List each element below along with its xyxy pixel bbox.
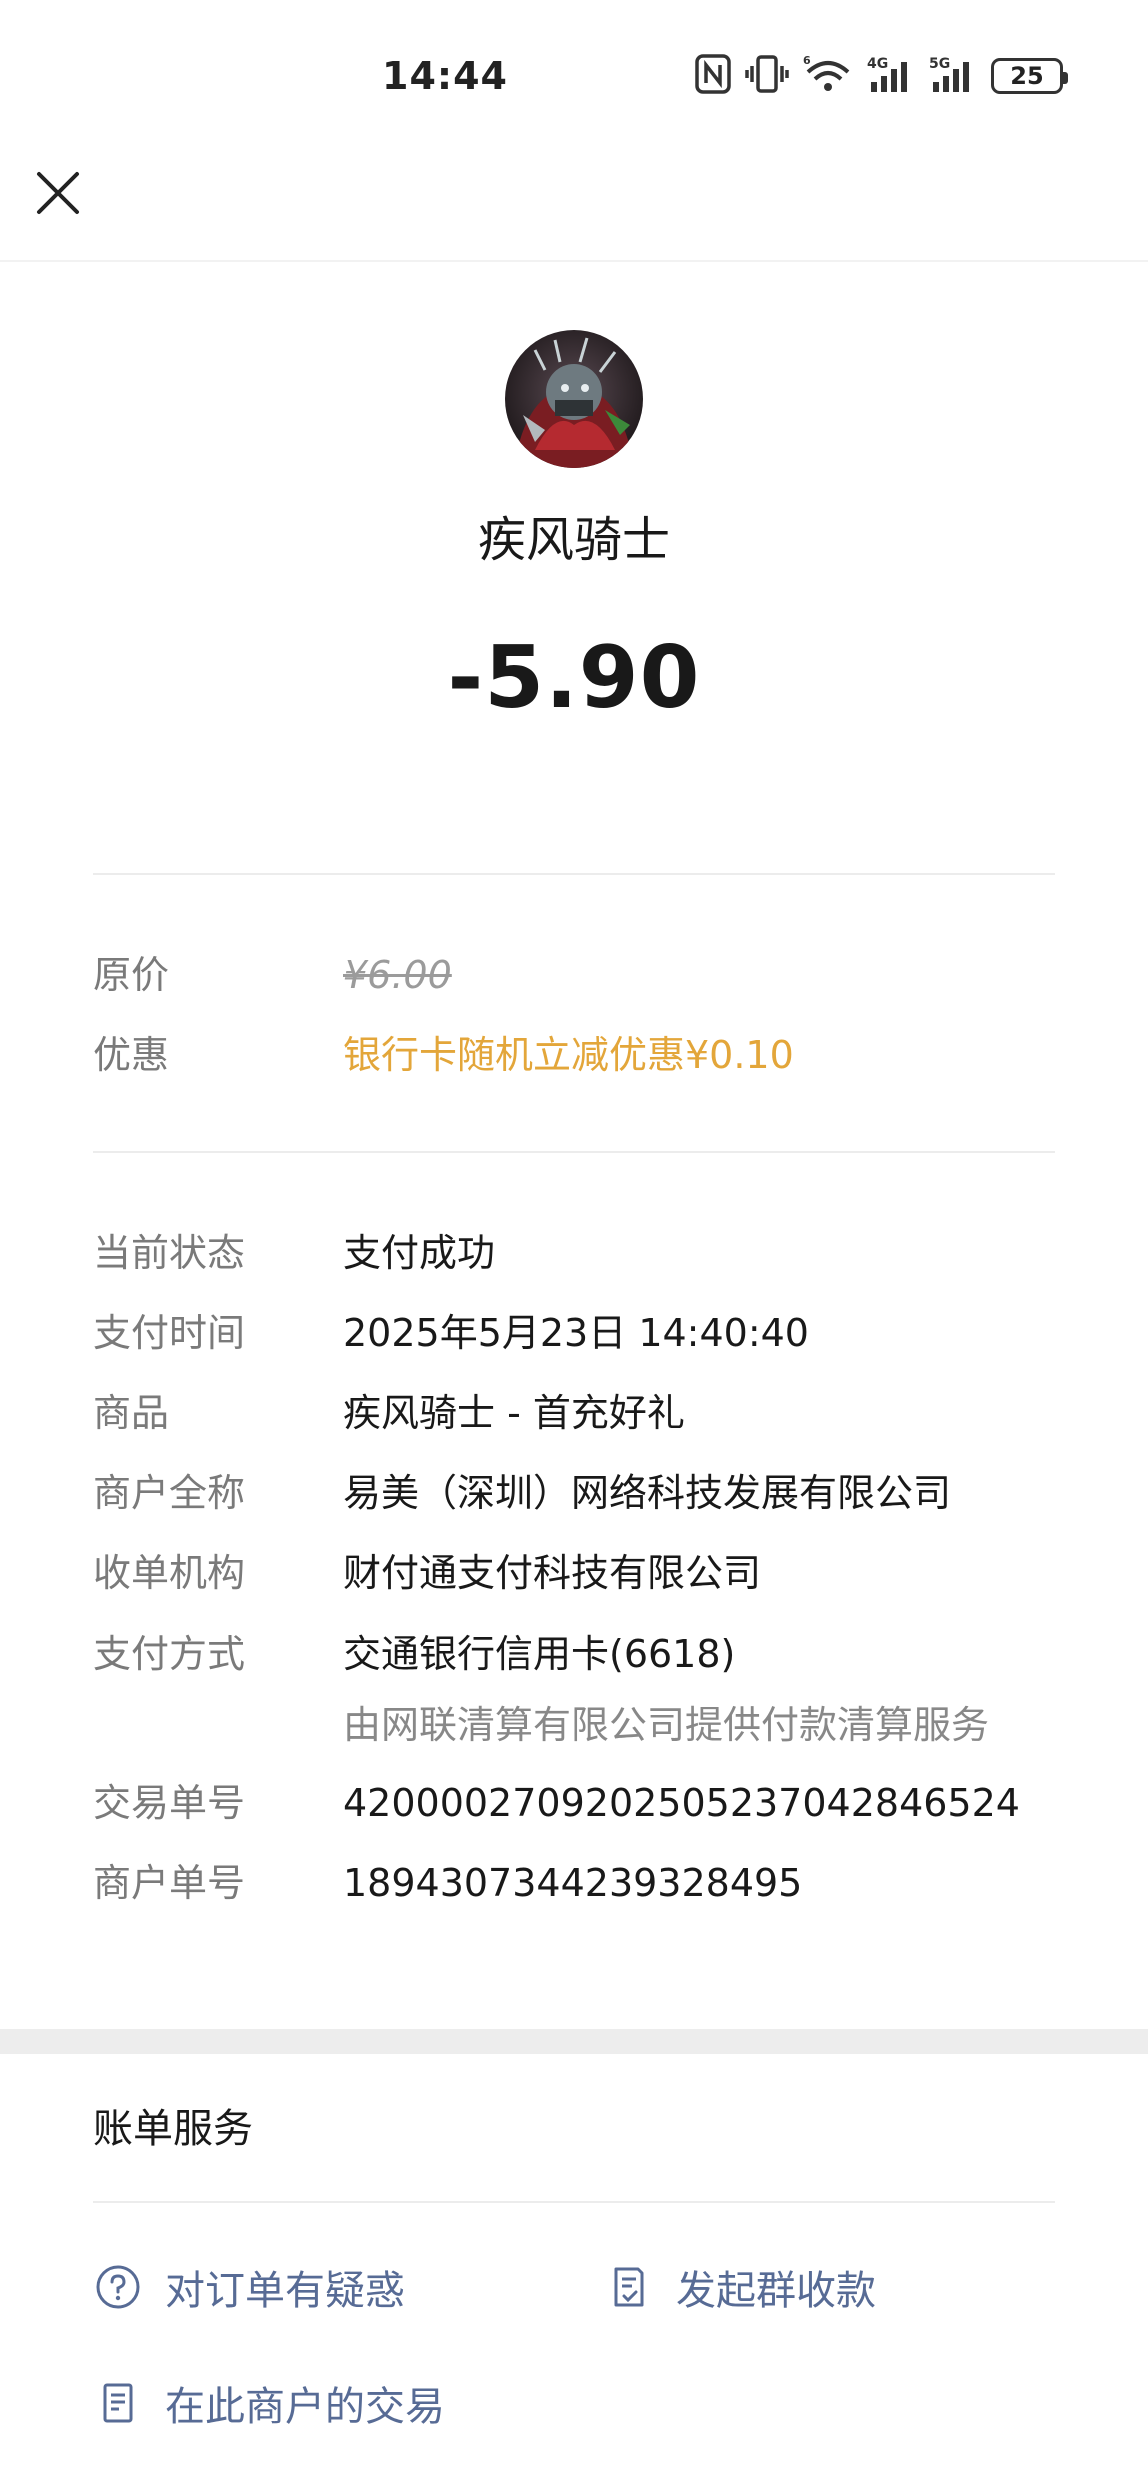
order-question-label: 对订单有疑惑 — [165, 2268, 405, 2314]
original-price-label: 原价 — [93, 953, 170, 997]
payment-method-value: 交通银行信用卡(6618) — [343, 1632, 736, 1676]
battery-icon: 25 — [991, 58, 1068, 94]
header-divider — [0, 260, 1148, 262]
group-collection-label: 发起群收款 — [676, 2268, 876, 2314]
detail-label: 交易单号 — [93, 1781, 246, 1825]
detail-row-pay-time: 支付时间 2025年5月23日 14:40:40 — [93, 1303, 1073, 1363]
status-icons: 6 4G 5G 25 — [695, 54, 1068, 98]
signal-4g-label: 4G — [867, 56, 888, 72]
status-time: 14:44 — [382, 54, 508, 98]
transaction-id-value: 4200002709202505237042846524 — [343, 1781, 1020, 1825]
bill-detail-screen: 14:44 6 4G 5G 25 疾风骑士 -5.90 原价 ¥6.00 优惠 … — [0, 0, 1148, 2492]
original-price-row: 原价 ¥6.00 — [93, 945, 1073, 1005]
merchant-full-name-value: 易美（深圳）网络科技发展有限公司 — [343, 1471, 952, 1515]
pay-time-value: 2025年5月23日 14:40:40 — [343, 1311, 809, 1355]
merchant-order-id-value: 1894307344239328495 — [343, 1861, 803, 1905]
divider — [93, 1151, 1055, 1153]
svg-text:6: 6 — [803, 54, 811, 67]
merchant-name: 疾风骑士 — [477, 512, 670, 568]
detail-row-acquirer: 收单机构 财付通支付科技有限公司 — [93, 1543, 1073, 1603]
detail-row-merchant-full-name: 商户全称 易美（深圳）网络科技发展有限公司 — [93, 1463, 1073, 1523]
signal-5g-label: 5G — [929, 56, 950, 72]
document-list-icon — [93, 2378, 143, 2428]
signal-5g-icon: 5G — [929, 54, 977, 98]
detail-row-transaction-id: 交易单号 4200002709202505237042846524 — [93, 1773, 1073, 1833]
detail-row-product: 商品 疾风骑士 - 首充好礼 — [93, 1383, 1073, 1443]
detail-label: 支付方式 — [93, 1632, 246, 1676]
merchant-transactions-button[interactable]: 在此商户的交易 — [93, 2374, 445, 2432]
detail-label: 商户单号 — [93, 1861, 246, 1905]
signal-4g-icon: 4G — [867, 54, 915, 98]
wifi-icon: 6 — [803, 54, 853, 98]
battery-level: 25 — [1010, 62, 1044, 90]
discount-label: 优惠 — [93, 1033, 170, 1077]
order-question-button[interactable]: 对订单有疑惑 — [93, 2258, 405, 2316]
divider — [93, 873, 1055, 875]
group-collection-button[interactable]: 发起群收款 — [604, 2258, 876, 2316]
detail-row-status: 当前状态 支付成功 — [93, 1223, 1073, 1283]
detail-label: 当前状态 — [93, 1231, 246, 1275]
checklist-document-icon — [604, 2262, 654, 2312]
discount-value: 银行卡随机立减优惠¥0.10 — [343, 1033, 794, 1077]
section-gap — [0, 2029, 1148, 2054]
clearing-service-note: 由网联清算有限公司提供付款清算服务 — [343, 1703, 990, 1747]
payment-status-value: 支付成功 — [343, 1231, 496, 1275]
detail-label: 收单机构 — [93, 1551, 246, 1595]
original-price-value: ¥6.00 — [343, 953, 452, 997]
detail-row-merchant-order-id: 商户单号 1894307344239328495 — [93, 1853, 1073, 1913]
bill-services-title: 账单服务 — [93, 2106, 253, 2152]
discount-row: 优惠 银行卡随机立减优惠¥0.10 — [93, 1025, 1073, 1085]
vibrate-icon — [745, 54, 789, 98]
detail-label: 商品 — [93, 1391, 170, 1435]
detail-label: 商户全称 — [93, 1471, 246, 1515]
merchant-transactions-label: 在此商户的交易 — [165, 2384, 445, 2430]
detail-row-payment-method: 支付方式 交通银行信用卡(6618) — [93, 1624, 1073, 1684]
detail-label: 支付时间 — [93, 1311, 246, 1355]
merchant-avatar — [505, 330, 643, 468]
nfc-icon — [695, 54, 731, 98]
status-bar: 14:44 6 4G 5G 25 — [0, 0, 1148, 150]
close-icon — [37, 172, 79, 214]
payment-amount: -5.90 — [447, 628, 701, 728]
question-circle-icon — [93, 2262, 143, 2312]
close-button[interactable] — [30, 165, 86, 221]
product-value: 疾风骑士 - 首充好礼 — [343, 1391, 685, 1435]
acquirer-value: 财付通支付科技有限公司 — [343, 1551, 762, 1595]
divider — [93, 2201, 1055, 2203]
